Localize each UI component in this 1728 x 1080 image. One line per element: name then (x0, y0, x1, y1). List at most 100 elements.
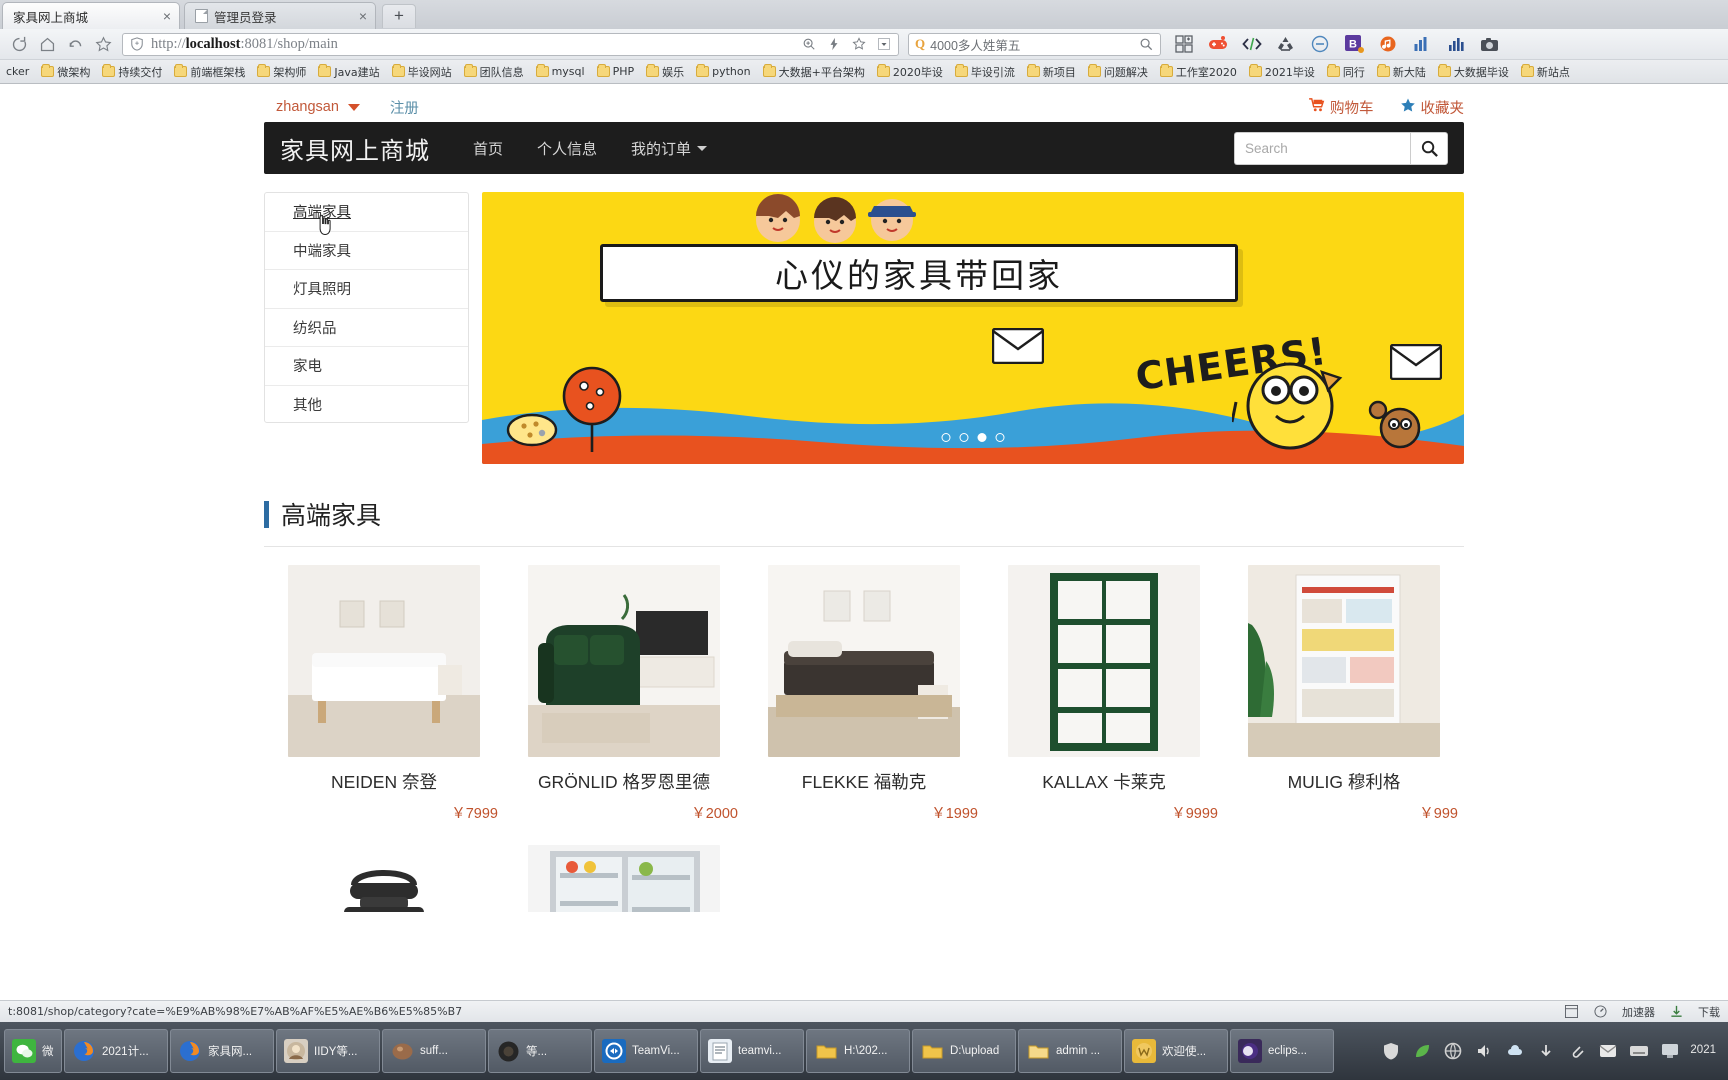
grid-add-icon[interactable] (1173, 34, 1194, 55)
product-image[interactable] (288, 565, 480, 757)
taskbar-item[interactable]: 欢迎使... (1124, 1029, 1228, 1073)
music-icon[interactable] (1377, 34, 1398, 55)
bookmark-star-icon[interactable] (90, 32, 116, 56)
download-label[interactable]: 下载 (1698, 1004, 1720, 1020)
product-image[interactable] (288, 845, 480, 912)
leaf-icon[interactable] (1411, 1040, 1433, 1062)
chevron-down-icon[interactable] (347, 103, 360, 111)
window-icon[interactable] (1564, 1004, 1579, 1019)
product-image[interactable] (768, 565, 960, 757)
bookmark-item[interactable]: 新大陆 (1371, 64, 1432, 80)
taskbar-item[interactable]: 家具网... (170, 1029, 274, 1073)
bookmark-item[interactable]: 架构师 (251, 64, 312, 80)
clip-icon[interactable] (1566, 1040, 1588, 1062)
bookmark-item[interactable]: PHP (591, 64, 641, 78)
carousel-dot[interactable] (941, 433, 951, 442)
bookmark-item[interactable]: 新项目 (1021, 64, 1082, 80)
screen-icon[interactable] (1659, 1040, 1681, 1062)
bookmark-item[interactable]: 持续交付 (96, 64, 168, 80)
b-badge-icon[interactable]: B (1343, 34, 1364, 55)
nav-item-home[interactable]: 首页 (456, 138, 520, 159)
carousel-dot-active[interactable] (977, 433, 987, 442)
register-link[interactable]: 注册 (390, 97, 419, 118)
product-card[interactable] (504, 845, 744, 912)
sidebar-item-high-end[interactable]: 高端家具 (265, 193, 468, 236)
taskbar-item[interactable]: teamvi... (700, 1029, 804, 1073)
bookmark-item[interactable]: 问题解决 (1082, 64, 1154, 80)
product-image[interactable] (528, 845, 720, 912)
bookmark-item[interactable]: Java建站 (312, 64, 385, 80)
url-bar[interactable]: http://localhost:8081/shop/main (122, 32, 899, 56)
dropdown-icon[interactable] (876, 36, 892, 52)
shield-icon[interactable] (1380, 1040, 1402, 1062)
carousel-dot[interactable] (959, 433, 969, 442)
bookmark-item[interactable]: 前端框架栈 (168, 64, 251, 80)
taskbar-item[interactable]: TeamVi... (594, 1029, 698, 1073)
taskbar-item[interactable]: 2021计... (64, 1029, 168, 1073)
refresh-icon[interactable] (6, 32, 32, 56)
browser-tab-0[interactable]: 家具网上商城 × (2, 2, 180, 29)
gamepad-icon[interactable] (1207, 34, 1228, 55)
sidebar-item-mid-range[interactable]: 中端家具 (265, 232, 468, 270)
product-card[interactable]: KALLAX 卡莱克 ￥9999 (984, 565, 1224, 823)
bookmark-item[interactable]: 团队信息 (458, 64, 530, 80)
browser-search-bar[interactable]: Q 4000多人姓第五 (908, 32, 1161, 56)
zoom-icon[interactable] (801, 36, 817, 52)
promo-banner-carousel[interactable]: 心仪的家具带回家 CHEERS! (482, 192, 1464, 464)
sidebar-item-appliances[interactable]: 家电 (265, 347, 468, 386)
product-card[interactable]: MULIG 穆利格 ￥999 (1224, 565, 1464, 823)
cloud-icon[interactable] (1504, 1040, 1526, 1062)
search-input[interactable] (1234, 131, 1410, 165)
bookmark-item[interactable]: 大数据+平台架构 (757, 64, 871, 80)
mail-icon[interactable] (1597, 1040, 1619, 1062)
bookmark-item[interactable]: 同行 (1321, 64, 1371, 80)
site-brand[interactable]: 家具网上商城 (280, 131, 430, 166)
bookmark-item[interactable]: 微架构 (35, 64, 96, 80)
cart-link[interactable]: 购物车 (1309, 97, 1374, 118)
gauge-icon[interactable] (1593, 1004, 1608, 1019)
new-tab-button[interactable]: + (382, 4, 416, 28)
download-icon[interactable] (1669, 1004, 1684, 1019)
product-card[interactable] (264, 845, 504, 912)
bars-icon[interactable] (1445, 34, 1466, 55)
bookmark-item[interactable]: 新站点 (1515, 64, 1576, 80)
nav-item-profile[interactable]: 个人信息 (520, 138, 614, 159)
product-card[interactable]: FLEKKE 福勒克 ￥1999 (744, 565, 984, 823)
bookmark-item[interactable]: 毕设网站 (386, 64, 458, 80)
carousel-dot[interactable] (995, 433, 1005, 442)
bookmark-item[interactable]: 毕设引流 (949, 64, 1021, 80)
product-image[interactable] (1248, 565, 1440, 757)
keyboard-icon[interactable] (1628, 1040, 1650, 1062)
sidebar-item-other[interactable]: 其他 (265, 386, 468, 425)
taskbar-item[interactable]: H:\202... (806, 1029, 910, 1073)
lightning-icon[interactable] (826, 36, 842, 52)
back-icon[interactable] (62, 32, 88, 56)
nav-item-orders[interactable]: 我的订单 (614, 138, 724, 159)
block-icon[interactable] (1309, 34, 1330, 55)
accelerator-label[interactable]: 加速器 (1622, 1004, 1655, 1020)
chart-icon[interactable] (1411, 34, 1432, 55)
home-icon[interactable] (34, 32, 60, 56)
volume-icon[interactable] (1473, 1040, 1495, 1062)
tab-close-icon[interactable]: × (155, 9, 171, 23)
bookmark-item[interactable]: cker (0, 65, 35, 78)
search-button[interactable] (1410, 131, 1448, 165)
code-icon[interactable] (1241, 34, 1262, 55)
bookmark-item[interactable]: 2021毕设 (1243, 64, 1321, 80)
username-link[interactable]: zhangsan (276, 99, 339, 115)
search-icon[interactable] (1138, 36, 1154, 52)
sidebar-item-textiles[interactable]: 纺织品 (265, 309, 468, 347)
camera-icon[interactable] (1479, 34, 1500, 55)
recycle-icon[interactable] (1275, 34, 1296, 55)
taskbar-item[interactable]: eclips... (1230, 1029, 1334, 1073)
taskbar-item[interactable]: 等... (488, 1029, 592, 1073)
taskbar-clock[interactable]: 2021 (1690, 1044, 1716, 1058)
product-card[interactable]: NEIDEN 奈登 ￥7999 (264, 565, 504, 823)
taskbar-item[interactable]: 微信 (4, 1029, 62, 1073)
bookmark-item[interactable]: python (690, 64, 756, 78)
bookmark-item[interactable]: mysql (530, 64, 591, 78)
taskbar-item[interactable]: IIDY等... (276, 1029, 380, 1073)
bookmark-item[interactable]: 工作室2020 (1154, 64, 1243, 80)
product-image[interactable] (528, 565, 720, 757)
browser-tab-1[interactable]: 管理员登录 × (184, 2, 376, 29)
